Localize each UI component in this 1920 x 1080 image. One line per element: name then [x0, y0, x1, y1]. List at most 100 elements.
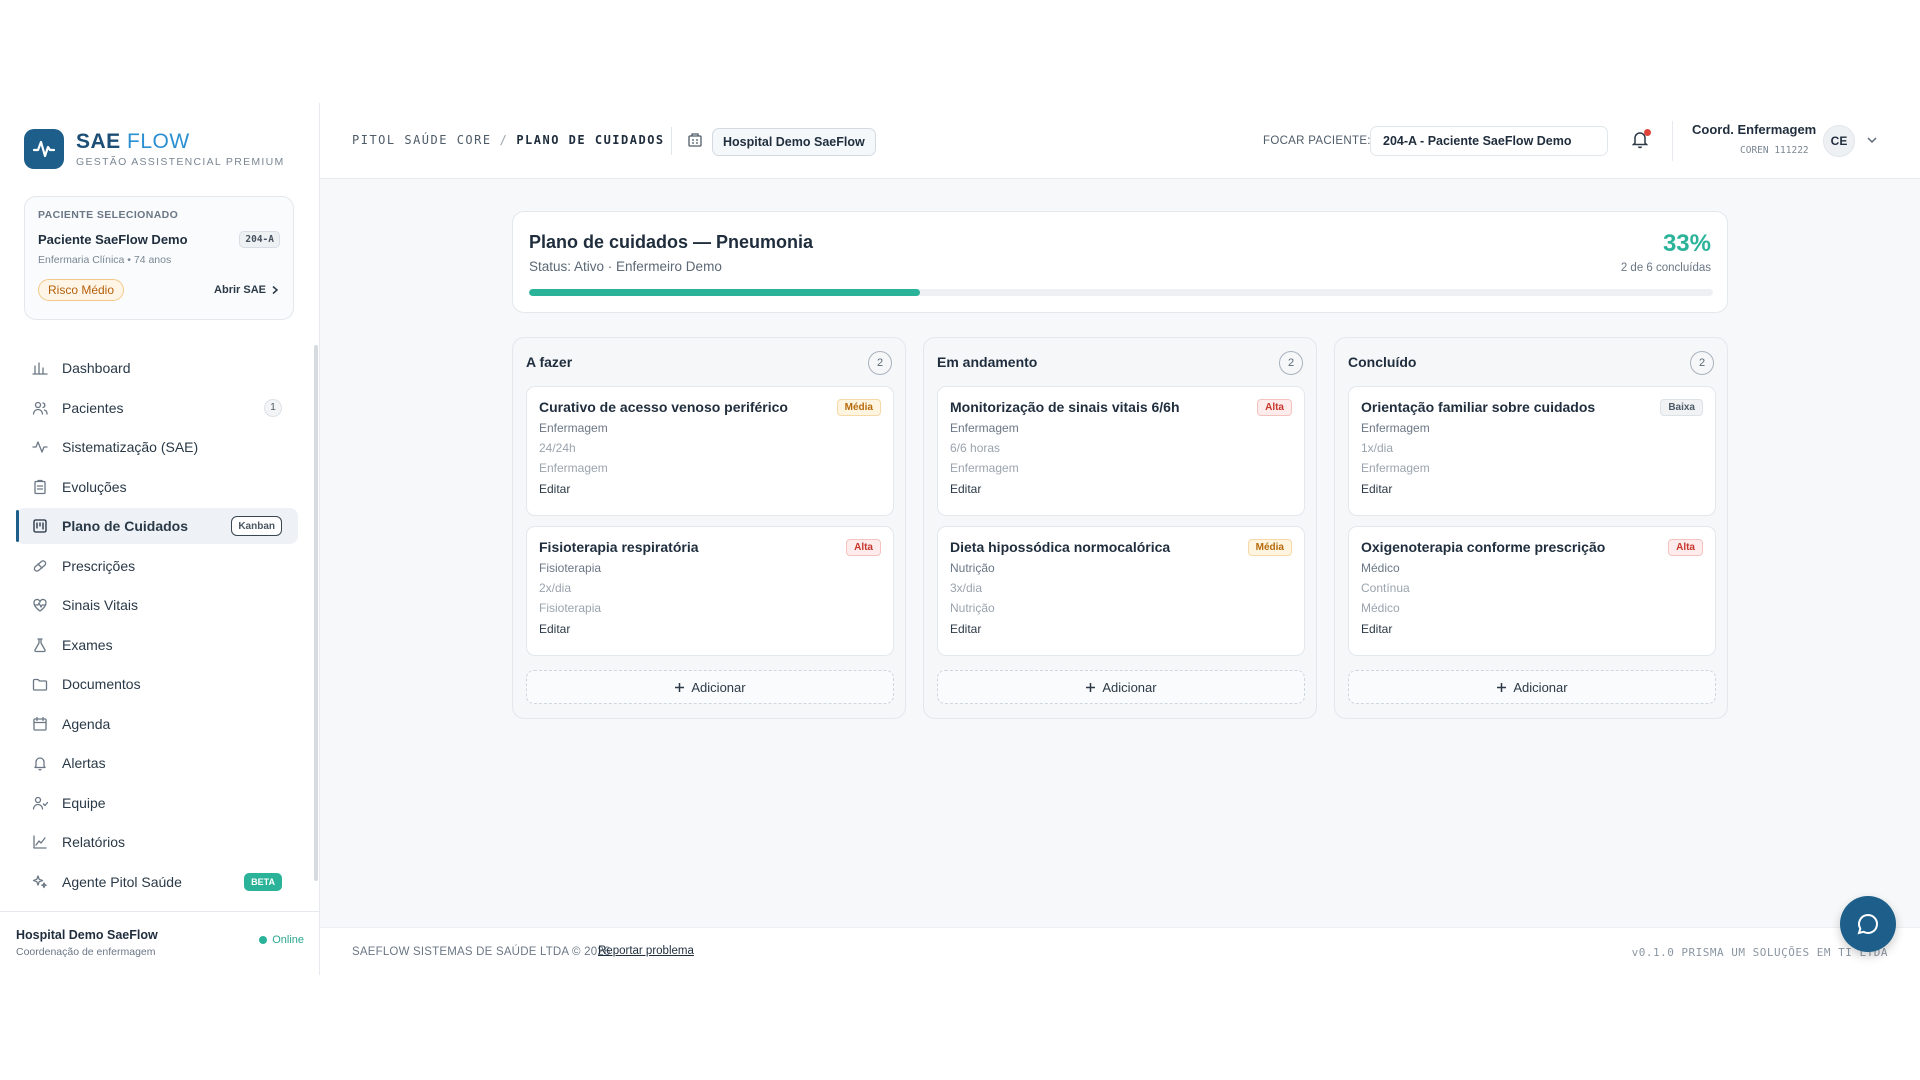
sidebar-scrollbar[interactable] [314, 345, 318, 881]
edit-task-button[interactable]: Editar [950, 482, 1292, 496]
task-responsible: Médico [1361, 601, 1400, 615]
sidebar-item-label: Evoluções [62, 478, 127, 495]
sidebar-item-agente-pitol-saude[interactable]: Agente Pitol Saúde BETA [16, 864, 298, 900]
sidebar-item-dashboard[interactable]: Dashboard [16, 350, 298, 386]
task-discipline: Fisioterapia [539, 561, 602, 575]
hospital-unit: Coordenação de enfermagem [16, 946, 156, 958]
care-plan-summary: Plano de cuidados — Pneumonia Status: At… [512, 211, 1728, 313]
sidebar-item-label: Sistematização (SAE) [62, 439, 199, 455]
sidebar-item-badge: Kanban [231, 516, 282, 536]
breadcrumb-separator: / [499, 133, 509, 147]
column-title: Concluído [1348, 354, 1417, 370]
patient-card-label: PACIENTE SELECIONADO [38, 209, 179, 221]
breadcrumb-root[interactable]: PITOL SAÚDE CORE [352, 133, 492, 147]
task-responsible: Enfermagem [539, 461, 608, 475]
calendar-icon [32, 716, 48, 732]
progress-bar [529, 289, 1713, 296]
avatar[interactable]: CE [1823, 125, 1855, 157]
sidebar-item-label: Exames [62, 636, 113, 653]
care-task-card[interactable]: Oxigenoterapia conforme prescrição Alta Mé… [1348, 526, 1716, 656]
sidebar-item-pacientes[interactable]: Pacientes 1 [16, 390, 298, 426]
edit-task-button[interactable]: Editar [950, 622, 1292, 636]
task-responsible: Enfermagem [950, 461, 1019, 475]
brand-subtitle: GESTÃO ASSISTENCIAL PREMIUM [76, 156, 285, 168]
flask-icon [32, 637, 48, 653]
progress-fill [529, 289, 920, 296]
pulse-logo-icon [24, 129, 64, 169]
sidebar-item-agenda[interactable]: Agenda [16, 706, 298, 742]
hospital-selector[interactable]: Hospital Demo SaeFlow [712, 128, 876, 156]
sidebar-item-relatorios[interactable]: Relatórios [16, 824, 298, 860]
care-task-card[interactable]: Dieta hipossódica normocalórica Média Nutr… [937, 526, 1305, 656]
sidebar-item-equipe[interactable]: Equipe [16, 785, 298, 821]
task-responsible: Nutrição [950, 601, 995, 615]
plus-icon [1086, 682, 1096, 692]
task-title: Monitorização de sinais vitais 6/6h [950, 399, 1180, 415]
breadcrumb: PITOL SAÚDE CORE / PLANO DE CUIDADOS [352, 133, 665, 147]
task-title: Orientação familiar sobre cuidados [1361, 399, 1596, 415]
task-title: Curativo de acesso venoso periférico [539, 399, 788, 415]
task-frequency: 24/24h [539, 441, 576, 455]
sidebar-item-label: Agenda [62, 715, 111, 732]
app-root: SAE FLOW GESTÃO ASSISTENCIAL PREMIUM PAC… [0, 103, 1920, 975]
add-task-button[interactable]: Adicionar [1348, 670, 1716, 704]
sidebar: SAE FLOW GESTÃO ASSISTENCIAL PREMIUM PAC… [0, 103, 320, 975]
column-count: 2 [1690, 351, 1714, 375]
chevron-down-icon[interactable] [1866, 134, 1878, 146]
task-frequency: 1x/dia [1361, 441, 1394, 455]
edit-task-button[interactable]: Editar [1361, 622, 1703, 636]
task-frequency: 2x/dia [539, 581, 572, 595]
sidebar-item-exames[interactable]: Exames [16, 627, 298, 663]
care-task-card[interactable]: Monitorização de sinais vitais 6/6h Alta E… [937, 386, 1305, 516]
task-responsible: Fisioterapia [539, 601, 602, 615]
sidebar-item-documentos[interactable]: Documentos [16, 666, 298, 702]
task-discipline: Enfermagem [950, 421, 1019, 435]
sidebar-item-evolucoes[interactable]: Evoluções [16, 469, 298, 505]
task-discipline: Enfermagem [1361, 421, 1430, 435]
team-icon [32, 795, 48, 811]
sidebar-item-label: Agente Pitol Saúde [62, 873, 182, 890]
sidebar-item-sinais-vitais[interactable]: Sinais Vitais [16, 587, 298, 623]
sidebar-item-sistematizacao-sae[interactable]: Sistematização (SAE) [16, 429, 298, 465]
kanban-column: Concluído 2 Orientação familiar sobre cuid… [1334, 337, 1728, 719]
care-task-card[interactable]: Curativo de acesso venoso periférico Médi… [526, 386, 894, 516]
sidebar-item-badge: BETA [244, 872, 282, 891]
task-discipline: Médico [1361, 561, 1400, 575]
column-count: 2 [868, 351, 892, 375]
add-task-button[interactable]: Adicionar [526, 670, 894, 704]
patient-bed-badge: 204-A [239, 231, 280, 248]
sidebar-item-label: Sinais Vitais [62, 597, 139, 613]
edit-task-button[interactable]: Editar [539, 482, 881, 496]
footer-version: v0.1.0 PRISMA UM SOLUÇÕES EM TI LTDA [1631, 946, 1888, 959]
care-task-card[interactable]: Orientação familiar sobre cuidados Baixa E… [1348, 386, 1716, 516]
edit-task-button[interactable]: Editar [539, 622, 881, 636]
report-problem-link[interactable]: Reportar problema [598, 945, 694, 957]
progress-count: 2 de 6 concluídas [1620, 262, 1711, 274]
notification-dot [1644, 129, 1651, 136]
care-plan-title: Plano de cuidados — Pneumonia [529, 232, 814, 252]
user-coren: COREN 111222 [1740, 145, 1809, 156]
care-task-card[interactable]: Fisioterapia respiratória Alta Fisioterapi… [526, 526, 894, 656]
clipboard-icon [32, 479, 48, 495]
chat-button[interactable] [1840, 896, 1896, 952]
sidebar-item-label: Documentos [62, 676, 141, 692]
sidebar-item-alertas[interactable]: Alertas [16, 745, 298, 781]
edit-task-button[interactable]: Editar [1361, 482, 1703, 496]
sidebar-item-plano-de-cuidados[interactable]: Plano de Cuidados Kanban [16, 508, 298, 544]
chat-bubble-icon [1857, 913, 1878, 935]
open-sae-link[interactable]: Abrir SAE [214, 284, 280, 296]
add-task-label: Adicionar [1513, 679, 1568, 695]
sidebar-item-prescricoes[interactable]: Prescrições [16, 548, 298, 584]
building-icon [688, 133, 702, 147]
add-task-button[interactable]: Adicionar [937, 670, 1305, 704]
task-responsible: Enfermagem [1361, 461, 1430, 475]
notifications-button[interactable] [1630, 129, 1652, 151]
task-frequency: 3x/dia [950, 581, 983, 595]
task-discipline: Nutrição [950, 561, 995, 575]
priority-badge: Alta [846, 539, 881, 556]
line-chart-icon [32, 834, 48, 850]
open-sae-label: Abrir SAE [214, 284, 266, 296]
brand[interactable]: SAE FLOW GESTÃO ASSISTENCIAL PREMIUM [24, 129, 285, 169]
focus-patient-select[interactable]: 204-A - Paciente SaeFlow Demo [1370, 126, 1608, 156]
task-frequency: Contínua [1361, 581, 1410, 595]
